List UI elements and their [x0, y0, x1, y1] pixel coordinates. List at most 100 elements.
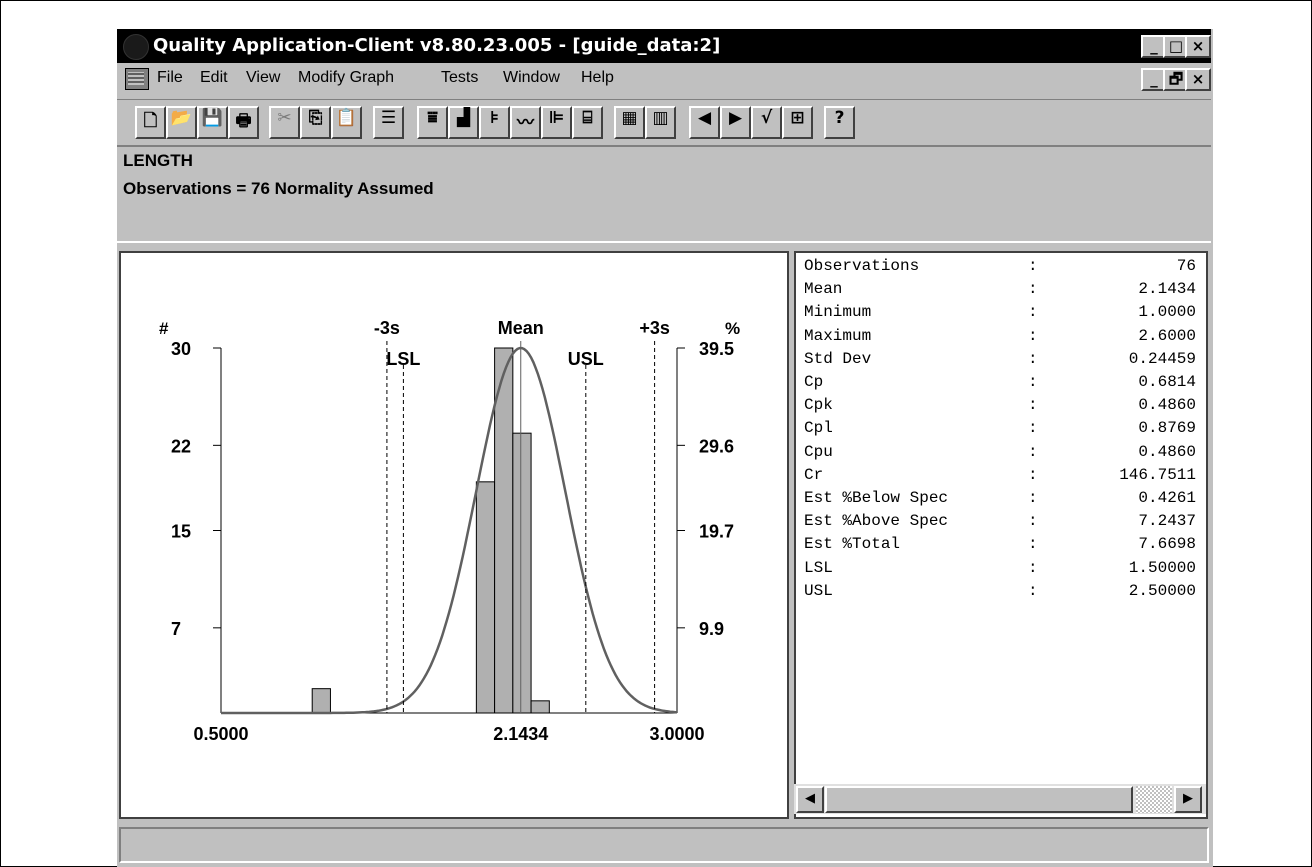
- stat-name: Cpu: [804, 442, 833, 461]
- app-icon[interactable]: [123, 34, 149, 60]
- histogram-bar: [494, 347, 514, 714]
- help-icon[interactable]: ?: [824, 106, 855, 139]
- right-tick-label: 29.6: [699, 436, 734, 456]
- stat-value: 7.6698: [1138, 535, 1196, 554]
- box-icon[interactable]: ⌸: [572, 106, 603, 139]
- scroll-left-button[interactable]: ◀: [796, 786, 824, 813]
- stat-value: 2.6000: [1138, 326, 1196, 345]
- stat-value: 0.4860: [1138, 396, 1196, 415]
- x-tick-label: 3.0000: [649, 724, 704, 744]
- capability-icon[interactable]: ⊫: [541, 106, 572, 139]
- stat-separator: :: [1028, 535, 1038, 554]
- next-icon[interactable]: ▶: [720, 106, 751, 139]
- stat-name: Cpl: [804, 419, 833, 438]
- stat-separator: :: [1028, 373, 1038, 391]
- left-tick-label: 22: [171, 436, 191, 456]
- stat-separator: :: [1028, 396, 1038, 415]
- stat-value: 0.4860: [1138, 442, 1196, 461]
- window-title: Quality Application-Client v8.80.23.005 …: [153, 35, 721, 56]
- menu-help[interactable]: Help: [581, 69, 614, 87]
- stat-separator: :: [1028, 512, 1038, 531]
- reference-label: +3s: [639, 318, 670, 338]
- stat-value: 1.50000: [1128, 558, 1196, 577]
- reference-label: Mean: [498, 318, 544, 338]
- histogram-icon[interactable]: ▟: [448, 106, 479, 139]
- stat-name: USL: [804, 581, 833, 600]
- right-tick-label: 19.7: [699, 522, 734, 542]
- close-button[interactable]: ×: [1185, 35, 1211, 58]
- stat-value: 0.24459: [1128, 349, 1196, 368]
- status-bar: [119, 827, 1209, 863]
- menu-view[interactable]: View: [246, 69, 280, 87]
- left-axis-label: #: [159, 319, 169, 338]
- stat-separator: :: [1028, 326, 1038, 345]
- reference-label: USL: [568, 349, 604, 369]
- x-tick-label: 0.5000: [193, 724, 248, 744]
- scroll-thumb[interactable]: [825, 786, 1133, 813]
- layout-icon[interactable]: ⊞: [782, 106, 813, 139]
- open-icon[interactable]: 📂: [166, 106, 197, 139]
- stat-value: 0.6814: [1138, 373, 1196, 391]
- xbar-chart-icon[interactable]: ⩸: [417, 106, 448, 139]
- normal-curve: [221, 346, 678, 715]
- print-icon[interactable]: 🖶: [228, 106, 259, 139]
- stat-name: Cpk: [804, 396, 833, 415]
- new-icon[interactable]: 🗋: [135, 106, 166, 139]
- stat-name: Est %Above Spec: [804, 512, 949, 531]
- toolbar: 🗋 📂 💾 🖶 ✂ ⎘ 📋 ☰ ⩸ ▟ ⊧ 〰 ⊫ ⌸ ▦ ▥ ◀ ▶ √ ⊞ …: [117, 99, 1211, 144]
- scroll-right-button[interactable]: ▶: [1174, 786, 1202, 813]
- stat-value: 146.7511: [1119, 465, 1196, 484]
- stat-name: LSL: [804, 558, 833, 577]
- stat-separator: :: [1028, 303, 1038, 322]
- stat-name: Std Dev: [804, 349, 872, 368]
- stat-value: 0.4261: [1138, 489, 1196, 507]
- scroll-track[interactable]: [1136, 786, 1172, 813]
- histogram-bar: [475, 481, 496, 714]
- histogram-bar: [530, 700, 550, 714]
- right-tick-label: 9.9: [699, 619, 724, 639]
- observations-summary: Observations = 76 Normality Assumed: [123, 179, 434, 198]
- stat-value: 2.50000: [1128, 581, 1196, 600]
- left-tick-label: 30: [171, 339, 191, 359]
- menu-window[interactable]: Window: [503, 69, 560, 87]
- check-icon[interactable]: √: [751, 106, 782, 139]
- reference-label: LSL: [386, 349, 420, 369]
- stat-separator: :: [1028, 558, 1038, 577]
- cut-icon[interactable]: ✂: [269, 106, 300, 139]
- histogram-chart: 30 22 15 7 39.5 29.6 19.7 9.9 -3s LSL Mean USL +3s 0.…: [159, 318, 740, 744]
- prev-icon[interactable]: ◀: [689, 106, 720, 139]
- right-tick-label: 39.5: [699, 339, 734, 359]
- info-panel: LENGTH Observations = 76 Normality Assum…: [117, 145, 1211, 243]
- histogram-pane: 30 22 15 7 39.5 29.6 19.7 9.9 -3s LSL Mean USL +3s 0.…: [119, 251, 789, 819]
- save-icon[interactable]: 💾: [197, 106, 228, 139]
- stat-separator: :: [1028, 419, 1038, 438]
- application-window: Quality Application-Client v8.80.23.005 …: [117, 29, 1213, 867]
- stat-name: Est %Total: [804, 535, 901, 554]
- paste-icon[interactable]: 📋: [331, 106, 362, 139]
- statistics-pane: Observations: 76 Mean: 2.1434 Minimum: 1.0000…: [794, 251, 1208, 819]
- trend-icon[interactable]: 〰: [510, 106, 541, 139]
- stat-name: Minimum: [804, 303, 872, 322]
- stat-value: 7.2437: [1138, 512, 1196, 531]
- pareto-icon[interactable]: ⊧: [479, 106, 510, 139]
- x-tick-label: 2.1434: [493, 724, 548, 744]
- variable-name: LENGTH: [123, 151, 193, 170]
- stat-value: 0.8769: [1138, 419, 1196, 438]
- title-bar: Quality Application-Client v8.80.23.005 …: [117, 29, 1211, 63]
- menu-file[interactable]: File: [157, 69, 183, 87]
- columns-icon[interactable]: ▥: [645, 106, 676, 139]
- right-axis-label: %: [725, 319, 740, 338]
- menu-bar: File Edit View Modify Graph Tests Window…: [117, 63, 1211, 95]
- menu-edit[interactable]: Edit: [200, 69, 228, 87]
- copy-icon[interactable]: ⎘: [300, 106, 331, 139]
- stat-separator: :: [1028, 489, 1038, 507]
- horizontal-scrollbar[interactable]: ◀ ▶: [794, 784, 1206, 814]
- stat-separator: :: [1028, 581, 1038, 600]
- document-icon[interactable]: [125, 68, 149, 90]
- report-icon[interactable]: ☰: [373, 106, 404, 139]
- grid-icon[interactable]: ▦: [614, 106, 645, 139]
- menu-tests[interactable]: Tests: [441, 69, 478, 87]
- stat-separator: :: [1028, 280, 1038, 299]
- menu-modify-graph[interactable]: Modify Graph: [298, 69, 394, 87]
- child-close-button[interactable]: ×: [1185, 68, 1211, 91]
